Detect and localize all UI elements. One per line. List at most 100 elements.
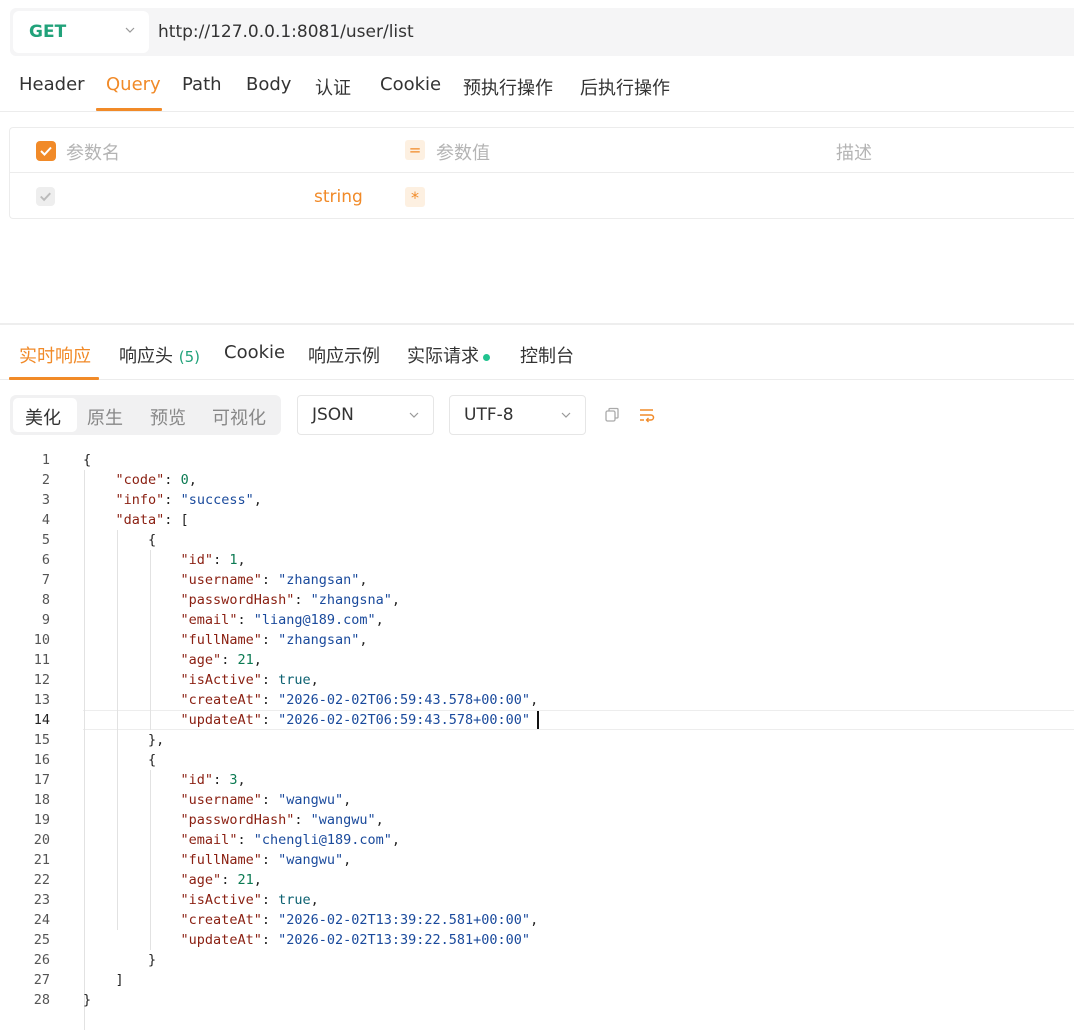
- active-tab-indicator: [96, 108, 162, 111]
- code-text: ]: [83, 972, 124, 988]
- view-mode-raw[interactable]: 原生: [87, 404, 123, 430]
- code-line: 3 "info": "success",: [0, 490, 1074, 510]
- code-line: 26 }: [0, 950, 1074, 970]
- tab-cookie[interactable]: Cookie: [380, 74, 441, 95]
- column-param-value: 参数值: [436, 143, 490, 164]
- param-type[interactable]: string: [314, 187, 363, 207]
- tab-response-cookie[interactable]: Cookie: [224, 342, 285, 363]
- line-number: 12: [33, 672, 50, 688]
- column-param-name: 参数名: [66, 143, 120, 164]
- code-text: },: [83, 732, 165, 748]
- line-number: 25: [33, 932, 50, 948]
- code-line: 12 "isActive": true,: [0, 670, 1074, 690]
- required-marker[interactable]: *: [405, 187, 425, 207]
- line-number: 22: [33, 872, 50, 888]
- line-number: 4: [41, 512, 50, 528]
- tab-path[interactable]: Path: [182, 74, 222, 95]
- code-text: "updateAt": "2026-02-02T13:39:22.581+00:…: [180, 932, 531, 948]
- text-cursor: [537, 711, 539, 729]
- column-description: 描述: [836, 143, 872, 164]
- code-text: "username": "wangwu",: [180, 792, 352, 808]
- tab-pre-script[interactable]: 预执行操作: [463, 74, 553, 100]
- tab-realtime-response[interactable]: 实时响应: [19, 342, 91, 368]
- line-number: 24: [33, 912, 50, 928]
- line-number: 7: [41, 572, 50, 588]
- query-params-table: 参数名 = 参数值 描述 string *: [9, 127, 1074, 219]
- code-text: "passwordHash": "zhangsna",: [180, 592, 401, 608]
- code-line: 7 "username": "zhangsan",: [0, 570, 1074, 590]
- encoding-select[interactable]: UTF-8: [449, 395, 586, 435]
- code-text: }: [83, 992, 92, 1008]
- code-line: 2 "code": 0,: [0, 470, 1074, 490]
- tab-response-headers-label: 响应头: [119, 346, 173, 367]
- check-icon: [40, 192, 51, 202]
- view-mode-pretty[interactable]: 美化: [25, 404, 61, 430]
- table-header-row: 参数名 = 参数值 描述: [10, 128, 1074, 173]
- code-text: "info": "success",: [115, 492, 262, 508]
- line-number: 6: [41, 552, 50, 568]
- code-line: 5 {: [0, 530, 1074, 550]
- response-tabs: 实时响应 响应头 (5) Cookie 响应示例 实际请求 控制台: [0, 328, 1074, 380]
- code-line: 23 "isActive": true,: [0, 890, 1074, 910]
- tab-auth[interactable]: 认证: [315, 74, 351, 100]
- chevron-down-icon: [125, 27, 135, 33]
- format-select[interactable]: JSON: [297, 395, 434, 435]
- row-checkbox[interactable]: [36, 187, 55, 206]
- code-line: 8 "passwordHash": "zhangsna",: [0, 590, 1074, 610]
- code-text: "isActive": true,: [180, 672, 319, 688]
- view-mode-preview[interactable]: 预览: [150, 404, 186, 430]
- line-number: 20: [33, 832, 50, 848]
- panel-divider[interactable]: [0, 323, 1074, 325]
- code-line: 1{: [0, 450, 1074, 470]
- tab-actual-request[interactable]: 实际请求: [407, 342, 490, 368]
- view-mode-visualize[interactable]: 可视化: [212, 404, 266, 430]
- url-bar: GET http://127.0.0.1:8081/user/list: [10, 8, 1074, 56]
- line-number: 3: [41, 492, 50, 508]
- tab-response-example[interactable]: 响应示例: [308, 342, 380, 368]
- line-number: 15: [33, 732, 50, 748]
- tab-console[interactable]: 控制台: [520, 342, 574, 368]
- code-line: 19 "passwordHash": "wangwu",: [0, 810, 1074, 830]
- line-number: 9: [41, 612, 50, 628]
- line-number: 16: [33, 752, 50, 768]
- tab-query[interactable]: Query: [106, 74, 161, 95]
- code-line: 18 "username": "wangwu",: [0, 790, 1074, 810]
- code-text: "id": 3,: [180, 772, 246, 788]
- tab-header[interactable]: Header: [19, 74, 85, 95]
- copy-icon[interactable]: [602, 405, 622, 425]
- line-number: 8: [41, 592, 50, 608]
- method-select[interactable]: GET: [13, 11, 149, 53]
- request-tabs: Header Query Path Body 认证 Cookie 预执行操作 后…: [0, 60, 1074, 112]
- tab-response-headers[interactable]: 响应头 (5): [119, 342, 200, 368]
- code-text: "age": 21,: [180, 652, 262, 668]
- encoding-select-value: UTF-8: [464, 405, 514, 425]
- active-tab-indicator: [9, 377, 99, 380]
- code-line: 24 "createAt": "2026-02-02T13:39:22.581+…: [0, 910, 1074, 930]
- method-label: GET: [29, 22, 67, 42]
- line-number: 27: [33, 972, 50, 988]
- check-icon: [40, 146, 52, 156]
- url-input[interactable]: http://127.0.0.1:8081/user/list: [158, 22, 414, 42]
- code-text: "updateAt": "2026-02-02T06:59:43.578+00:…: [180, 712, 531, 728]
- code-line: 25 "updateAt": "2026-02-02T13:39:22.581+…: [0, 930, 1074, 950]
- code-text: "email": "liang@189.com",: [180, 612, 384, 628]
- tab-post-script[interactable]: 后执行操作: [580, 74, 670, 100]
- line-number: 26: [33, 952, 50, 968]
- line-number: 23: [33, 892, 50, 908]
- code-line: 11 "age": 21,: [0, 650, 1074, 670]
- code-line: 16 {: [0, 750, 1074, 770]
- line-number: 2: [41, 472, 50, 488]
- tab-body[interactable]: Body: [246, 74, 291, 95]
- code-line: 21 "fullName": "wangwu",: [0, 850, 1074, 870]
- code-text: }: [83, 952, 157, 968]
- select-all-checkbox[interactable]: [36, 141, 56, 161]
- chevron-down-icon: [561, 412, 571, 418]
- equals-icon: =: [405, 140, 425, 160]
- code-text: {: [83, 532, 157, 548]
- code-line: 10 "fullName": "zhangsan",: [0, 630, 1074, 650]
- code-text: "age": 21,: [180, 872, 262, 888]
- response-body-editor[interactable]: 1{2 "code": 0, 3 "info": "success", 4 "dat…: [0, 450, 1074, 1030]
- code-text: "fullName": "zhangsan",: [180, 632, 368, 648]
- wrap-lines-icon[interactable]: [637, 405, 657, 425]
- code-text: "id": 1,: [180, 552, 246, 568]
